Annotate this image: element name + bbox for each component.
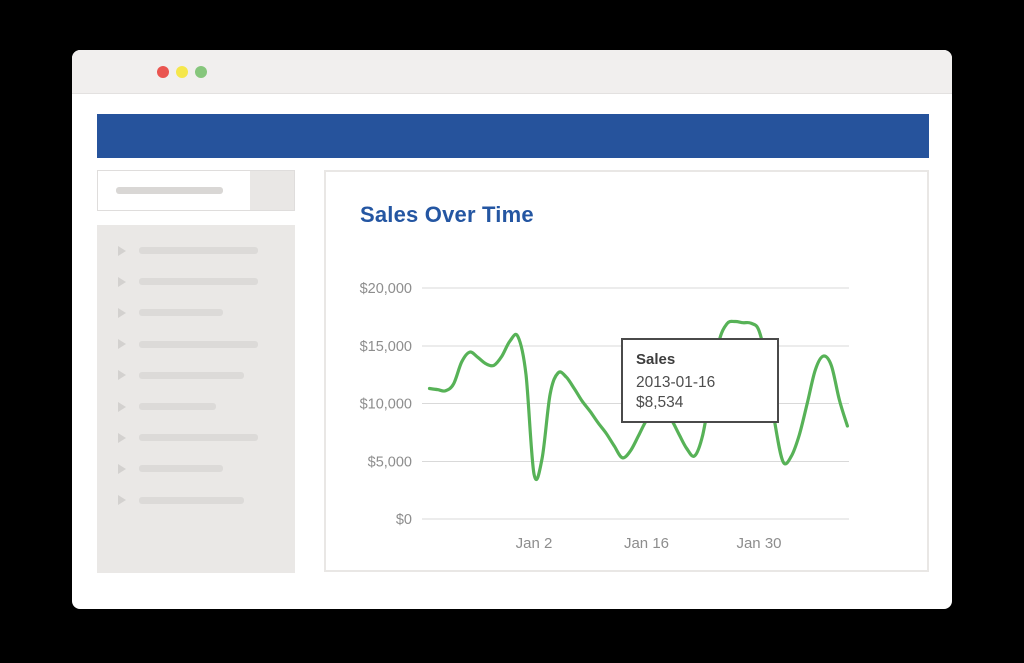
window-close-button[interactable] (157, 66, 169, 78)
sidebar-item-placeholder (139, 371, 244, 379)
window-zoom-button[interactable] (195, 66, 207, 78)
sidebar-item[interactable] (97, 329, 295, 360)
search-button[interactable] (250, 171, 294, 210)
browser-window: $20,000 $15,000 $10,000 $5,000 $0 Jan 2 Jan 16… (72, 50, 952, 609)
sidebar-item[interactable] (97, 422, 295, 453)
tooltip-date: 2013-01-16 (636, 374, 716, 391)
triangle-bullet-icon (118, 245, 126, 256)
search-input[interactable] (98, 171, 250, 210)
x-tick-label: Jan 30 (736, 535, 781, 552)
sidebar-item-placeholder (139, 340, 258, 348)
sidebar-item-placeholder (139, 278, 258, 286)
sidebar-item[interactable] (97, 391, 295, 422)
sidebar-item-placeholder (139, 465, 223, 473)
sidebar-item[interactable] (97, 235, 295, 266)
sidebar-nav (97, 225, 295, 573)
sidebar-item-placeholder (139, 434, 258, 442)
sidebar-item-placeholder (139, 309, 223, 317)
chart-card: $20,000 $15,000 $10,000 $5,000 $0 Jan 2 Jan 16… (324, 170, 929, 572)
window-titlebar (72, 50, 952, 94)
triangle-bullet-icon (118, 495, 126, 506)
triangle-bullet-icon (118, 276, 126, 287)
chart-title: Sales Over Time (360, 202, 534, 227)
sidebar-item-placeholder (139, 496, 244, 504)
sidebar-search (97, 170, 295, 211)
tooltip-series-label: Sales (636, 351, 676, 368)
sidebar-item[interactable] (97, 453, 295, 484)
x-tick-label: Jan 16 (624, 535, 669, 552)
chart-tooltip: Sales 2013-01-16 $8,534 (621, 338, 779, 423)
sidebar-item[interactable] (97, 297, 295, 328)
triangle-bullet-icon (118, 339, 126, 350)
sidebar-item[interactable] (97, 266, 295, 297)
sidebar-item[interactable] (97, 360, 295, 391)
triangle-bullet-icon (118, 307, 126, 318)
x-axis-labels: Jan 2 Jan 16 Jan 30 (516, 535, 782, 552)
y-tick-label: $10,000 (360, 397, 412, 413)
tooltip-value: $8,534 (636, 394, 684, 411)
y-tick-label: $0 (396, 512, 412, 528)
x-tick-label: Jan 2 (516, 535, 553, 552)
y-tick-label: $20,000 (360, 281, 412, 297)
y-tick-label: $15,000 (360, 339, 412, 355)
triangle-bullet-icon (118, 432, 126, 443)
triangle-bullet-icon (118, 463, 126, 474)
window-minimize-button[interactable] (176, 66, 188, 78)
y-tick-label: $5,000 (368, 454, 412, 470)
screenshot-frame: $20,000 $15,000 $10,000 $5,000 $0 Jan 2 Jan 16… (0, 0, 1024, 663)
triangle-bullet-icon (118, 401, 126, 412)
sidebar-item-placeholder (139, 247, 258, 255)
y-axis-labels: $20,000 $15,000 $10,000 $5,000 $0 (360, 281, 412, 528)
triangle-bullet-icon (118, 370, 126, 381)
sidebar-item[interactable] (97, 485, 295, 516)
search-placeholder-bar (116, 187, 223, 194)
app-header-bar (97, 114, 929, 158)
sidebar-item-placeholder (139, 403, 216, 411)
